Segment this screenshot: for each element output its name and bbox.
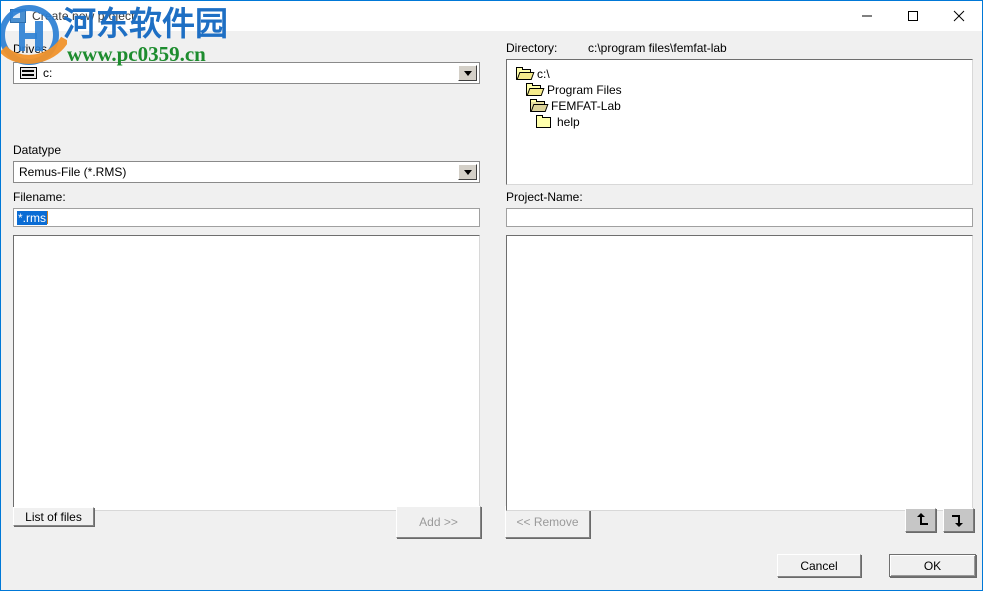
directory-path: c:\program files\femfat-lab (588, 41, 727, 55)
file-list[interactable] (13, 235, 480, 511)
folder-open-icon (529, 99, 549, 113)
create-new-project-window: Create new project Drives c: Datatype Re… (0, 0, 983, 591)
tree-item-label: help (557, 115, 580, 129)
drive-combo[interactable]: c: (13, 62, 480, 84)
datatype-combo-value: Remus-File (*.RMS) (19, 165, 127, 179)
tree-item[interactable]: Program Files (525, 82, 972, 98)
directory-tree[interactable]: c:\ Program Files FEMFAT-Lab help (506, 59, 973, 185)
maximize-button[interactable] (890, 1, 936, 31)
add-button[interactable]: Add >> (396, 506, 481, 538)
window-controls (844, 1, 982, 31)
minimize-button[interactable] (844, 1, 890, 31)
tree-item-label: Program Files (547, 83, 622, 97)
cancel-button[interactable]: Cancel (777, 554, 861, 577)
window-title: Create new project (32, 9, 135, 23)
datatype-combo-chevron-down-icon[interactable] (458, 164, 477, 180)
ok-button[interactable]: OK (889, 554, 976, 577)
tree-item[interactable]: c:\ (515, 66, 972, 82)
drive-combo-value: c: (43, 66, 53, 80)
folder-closed-icon (535, 115, 553, 129)
app-icon (10, 9, 26, 23)
project-name-input[interactable] (506, 208, 973, 227)
list-of-files-button[interactable]: List of files (13, 507, 94, 526)
datatype-combo[interactable]: Remus-File (*.RMS) (13, 161, 480, 183)
dialog-body: Drives c: Datatype Remus-File (*.RMS) Fi… (2, 31, 982, 590)
tree-item-selected[interactable]: FEMFAT-Lab (529, 98, 972, 114)
tree-item-label: FEMFAT-Lab (551, 99, 621, 113)
project-name-label: Project-Name: (506, 190, 583, 204)
filename-input-value: *.rms (17, 210, 47, 225)
move-down-button[interactable] (943, 508, 974, 532)
maximize-icon (908, 11, 918, 21)
filename-input[interactable]: *.rms (13, 208, 480, 227)
directory-label: Directory: (506, 41, 558, 55)
drive-icon (20, 67, 37, 79)
tree-item[interactable]: help (535, 114, 972, 130)
datatype-label: Datatype (13, 143, 62, 157)
text-caret (47, 211, 48, 224)
move-up-button[interactable] (905, 508, 936, 532)
title-bar[interactable]: Create new project (1, 1, 982, 31)
close-button[interactable] (936, 1, 982, 31)
close-icon (953, 10, 965, 22)
minimize-icon (862, 15, 872, 17)
drives-label: Drives (13, 42, 48, 56)
tree-item-label: c:\ (537, 67, 550, 81)
drive-combo-chevron-down-icon[interactable] (458, 65, 477, 81)
folder-open-icon (515, 67, 535, 81)
folder-open-icon (525, 83, 545, 97)
move-down-icon (951, 512, 967, 528)
project-list[interactable] (506, 235, 973, 511)
filename-label: Filename: (13, 190, 66, 204)
move-up-icon (913, 512, 929, 528)
